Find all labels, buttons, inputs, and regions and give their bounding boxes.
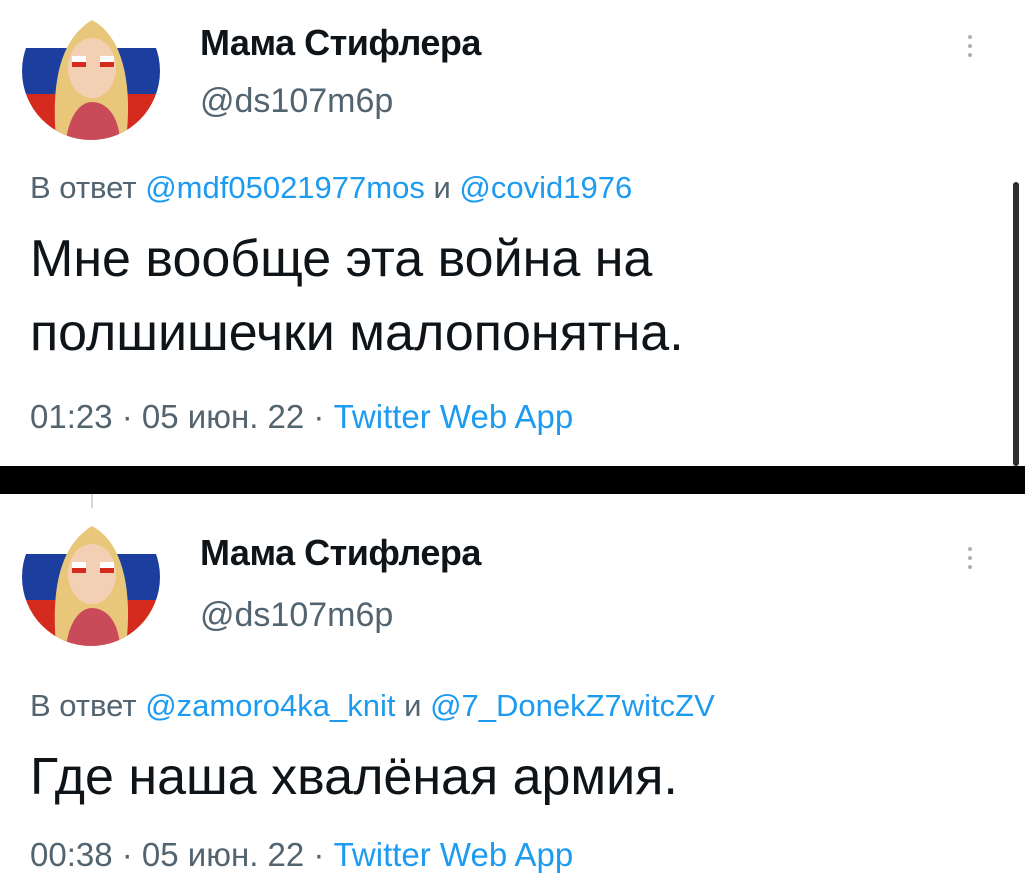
reply-mention-link[interactable]: @zamoro4ka_knit: [145, 688, 395, 723]
reply-mention-link[interactable]: @mdf05021977mos: [145, 170, 425, 205]
more-vertical-icon[interactable]: [958, 26, 982, 66]
reply-prefix: В ответ: [30, 170, 146, 205]
reply-context: В ответ @zamoro4ka_knit и @7_DonekZ7witc…: [30, 688, 715, 724]
tweet-card-1[interactable]: Мама Стифлера @ds107m6p В ответ @mdf0502…: [0, 0, 1025, 466]
author-handle[interactable]: @ds107m6p: [200, 596, 393, 635]
tweet-text: Где наша хвалёная армия.: [30, 740, 930, 814]
tweet-time[interactable]: 00:38: [30, 836, 113, 873]
tweet-time[interactable]: 01:23: [30, 398, 113, 435]
tweet-date[interactable]: 05 июн. 22: [142, 836, 304, 873]
reply-prefix: В ответ: [30, 688, 146, 723]
tweet-meta: 01:23 · 05 июн. 22 · Twitter Web App: [30, 398, 573, 436]
avatar-image: [22, 508, 160, 646]
reply-mention-link[interactable]: @covid1976: [459, 170, 632, 205]
tweet-text-line: полшишечки малопонятна.: [30, 304, 684, 362]
tweet-source-link[interactable]: Twitter Web App: [334, 836, 574, 873]
screenshot-divider: [0, 466, 1025, 494]
author-handle[interactable]: @ds107m6p: [200, 82, 393, 121]
meta-separator: ·: [304, 836, 334, 873]
tweet-source-link[interactable]: Twitter Web App: [334, 398, 574, 435]
meta-separator: ·: [112, 836, 142, 873]
tweet-text-line: Мне вообще эта война на: [30, 230, 653, 288]
tweet-meta: 00:38 · 05 июн. 22 · Twitter Web App: [30, 836, 573, 874]
meta-separator: ·: [112, 398, 142, 435]
reply-conjunction: и: [424, 170, 460, 205]
more-vertical-icon[interactable]: [958, 538, 982, 578]
tweet-text-line: Где наша хвалёная армия.: [30, 748, 678, 806]
reply-mention-link[interactable]: @7_DonekZ7witcZV: [430, 688, 715, 723]
tweet-card-2[interactable]: Мама Стифлера @ds107m6p В ответ @zamoro4…: [0, 494, 1025, 893]
tweet-date[interactable]: 05 июн. 22: [142, 398, 304, 435]
author-display-name[interactable]: Мама Стифлера: [200, 22, 481, 64]
avatar-image: [22, 2, 160, 140]
reply-context: В ответ @mdf05021977mos и @covid1976: [30, 170, 632, 206]
author-avatar[interactable]: [22, 508, 160, 646]
meta-separator: ·: [304, 398, 334, 435]
tweet-text: Мне вообще эта война на полшишечки малоп…: [30, 222, 930, 370]
reply-conjunction: и: [395, 688, 431, 723]
author-display-name[interactable]: Мама Стифлера: [200, 532, 481, 574]
scrollbar[interactable]: [1013, 182, 1019, 466]
author-avatar[interactable]: [22, 2, 160, 140]
